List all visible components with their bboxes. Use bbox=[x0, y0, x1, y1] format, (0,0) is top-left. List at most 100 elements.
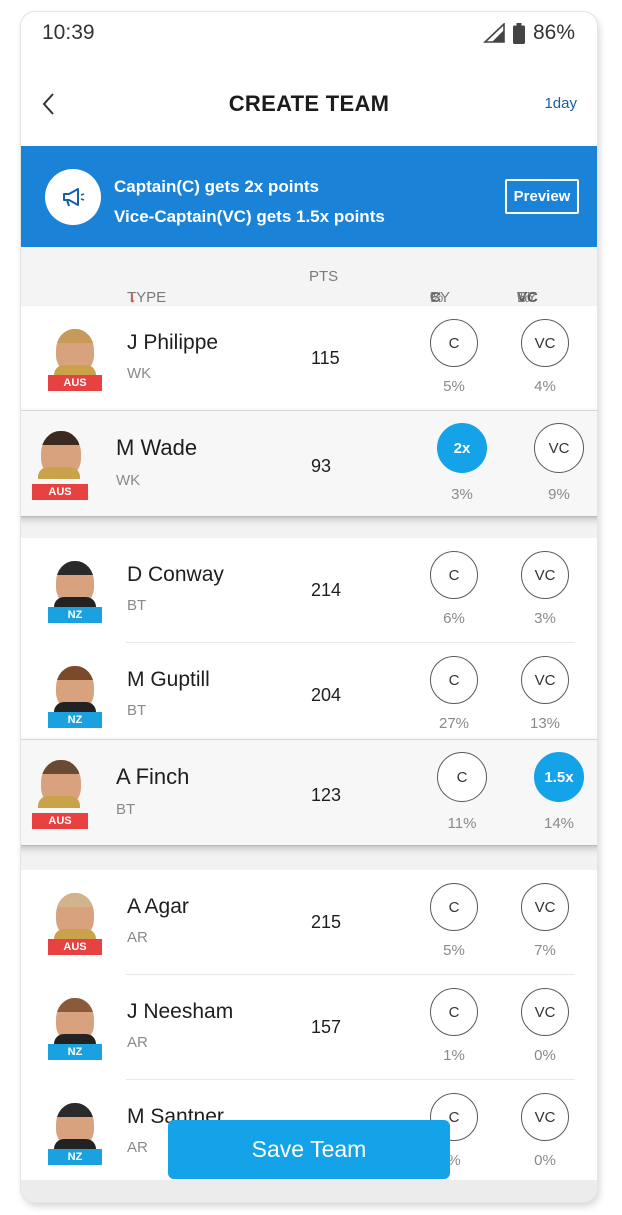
banner-text: Captain(C) gets 2x points Vice-Captain(V… bbox=[114, 172, 385, 232]
player-avatar bbox=[32, 431, 90, 487]
player-role: WK bbox=[116, 472, 141, 489]
banner-line-captain: Captain(C) gets 2x points bbox=[114, 177, 319, 196]
player-points: 215 bbox=[311, 912, 342, 932]
banner-line-vice-captain: Vice-Captain(VC) gets 1.5x points bbox=[114, 207, 385, 226]
captain-pick-percent: 1% bbox=[443, 1047, 465, 1064]
captain-pick-percent: 11% bbox=[447, 815, 477, 832]
player-points: 93 bbox=[311, 456, 332, 476]
list-gap bbox=[21, 848, 597, 870]
megaphone-icon bbox=[63, 188, 85, 207]
player-role: BT bbox=[116, 801, 136, 818]
vice-captain-button[interactable]: VC bbox=[521, 988, 569, 1036]
player-avatar bbox=[48, 1103, 102, 1155]
team-badge: AUS bbox=[48, 939, 102, 955]
vice-captain-button[interactable]: VC bbox=[521, 319, 569, 367]
player-points: 115 bbox=[311, 348, 340, 368]
team-badge: AUS bbox=[32, 484, 88, 500]
c-by-suffix: BY bbox=[430, 289, 451, 306]
signal-icon bbox=[482, 23, 505, 43]
vice-captain-pick-percent: 14% bbox=[543, 815, 575, 832]
vice-captain-button[interactable]: VC bbox=[521, 551, 569, 599]
captain-button[interactable]: C bbox=[430, 551, 478, 599]
player-name: A Agar bbox=[127, 895, 189, 918]
vice-captain-pick-percent: 7% bbox=[534, 942, 556, 959]
time-left: 1day bbox=[544, 95, 577, 112]
vice-captain-button-selected[interactable]: 1.5x bbox=[534, 752, 584, 802]
player-row-selected-captain[interactable]: AUS M Wade WK 93 2x VC 3% 9% bbox=[21, 411, 597, 516]
save-team-button[interactable]: Save Team bbox=[168, 1120, 450, 1179]
captain-button[interactable]: C bbox=[430, 319, 478, 367]
phone-screen: 10:39 86% CREATE TEAM 1day Captain(C) ge… bbox=[21, 12, 597, 1202]
captain-button[interactable]: C bbox=[430, 883, 478, 931]
player-points: 123 bbox=[311, 785, 342, 805]
player-avatar bbox=[48, 998, 102, 1050]
player-points: 157 bbox=[311, 1017, 342, 1037]
captain-button[interactable]: C bbox=[430, 988, 478, 1036]
player-role: AR bbox=[127, 1139, 148, 1156]
player-role: BT bbox=[127, 702, 147, 719]
captain-button[interactable]: C bbox=[437, 752, 487, 802]
team-badge: NZ bbox=[48, 607, 102, 623]
list-header: TYPE ↓ PTS % C BY % VC BY bbox=[21, 247, 597, 306]
player-role: AR bbox=[127, 929, 148, 946]
player-avatar bbox=[32, 760, 90, 816]
bottom-bar bbox=[21, 1180, 597, 1202]
sort-down-icon: ↓ bbox=[129, 289, 137, 306]
status-bar: 10:39 86% bbox=[21, 12, 597, 56]
player-name: M Wade bbox=[116, 435, 198, 460]
team-badge: NZ bbox=[48, 712, 102, 728]
player-name: M Guptill bbox=[127, 668, 210, 691]
vice-captain-pick-percent: 4% bbox=[534, 378, 556, 395]
preview-button[interactable]: Preview bbox=[505, 179, 579, 214]
vice-captain-button[interactable]: VC bbox=[534, 423, 584, 473]
player-points: 204 bbox=[311, 685, 342, 705]
player-avatar bbox=[48, 561, 102, 613]
vice-captain-pick-percent: 3% bbox=[534, 610, 556, 627]
vice-captain-pick-percent: 9% bbox=[548, 486, 570, 503]
captain-button-selected[interactable]: 2x bbox=[437, 423, 487, 473]
megaphone-badge bbox=[45, 169, 101, 225]
team-badge: AUS bbox=[48, 375, 102, 391]
list-gap bbox=[21, 518, 597, 538]
player-row[interactable]: AUS A Agar AR 215 C VC 5% 7% bbox=[21, 870, 597, 975]
player-row[interactable]: AUS J Philippe WK 115 C VC 5% 4% bbox=[21, 306, 597, 411]
vc-by-suffix: BY bbox=[517, 289, 538, 306]
player-avatar bbox=[48, 666, 102, 718]
player-role: BT bbox=[127, 597, 147, 614]
player-role: WK bbox=[127, 365, 152, 382]
captain-pick-percent: 6% bbox=[443, 610, 465, 627]
vice-captain-button[interactable]: VC bbox=[521, 1093, 569, 1141]
battery-level: 86% bbox=[532, 21, 575, 44]
player-row-selected-vice-captain[interactable]: AUS A Finch BT 123 C 1.5x 11% 14% bbox=[21, 740, 597, 845]
team-badge: AUS bbox=[32, 813, 88, 829]
status-right: 86% bbox=[482, 21, 575, 45]
vice-captain-pick-percent: 13% bbox=[529, 715, 561, 732]
player-role: AR bbox=[127, 1034, 148, 1051]
pts-header[interactable]: PTS bbox=[309, 268, 338, 285]
player-row[interactable]: NZ D Conway BT 214 C VC 6% 3% bbox=[21, 538, 597, 643]
battery-icon bbox=[512, 22, 525, 44]
player-avatar bbox=[48, 893, 102, 945]
page-title: CREATE TEAM bbox=[228, 91, 390, 116]
team-badge: NZ bbox=[48, 1149, 102, 1165]
app-header: CREATE TEAM 1day bbox=[21, 70, 597, 140]
player-list: AUS J Philippe WK 115 C VC 5% 4% AUS M W… bbox=[21, 306, 597, 1202]
player-name: J Neesham bbox=[127, 1000, 234, 1023]
player-name: J Philippe bbox=[127, 331, 219, 354]
captain-button[interactable]: C bbox=[430, 656, 478, 704]
player-row[interactable]: NZ J Neesham AR 157 C VC 1% 0% bbox=[21, 975, 597, 1080]
player-name: A Finch bbox=[116, 764, 190, 789]
captain-pick-percent: 3% bbox=[451, 486, 473, 503]
captain-pick-percent: 5% bbox=[443, 942, 465, 959]
captain-pick-percent: 5% bbox=[443, 378, 465, 395]
vice-captain-button[interactable]: VC bbox=[521, 656, 569, 704]
vice-captain-pick-percent: 0% bbox=[534, 1152, 556, 1169]
vice-captain-button[interactable]: VC bbox=[521, 883, 569, 931]
player-avatar bbox=[48, 329, 102, 381]
team-badge: NZ bbox=[48, 1044, 102, 1060]
status-time: 10:39 bbox=[42, 21, 95, 44]
player-name: D Conway bbox=[127, 563, 224, 586]
captain-pick-percent: 27% bbox=[438, 715, 470, 732]
player-row[interactable]: NZ M Guptill BT 204 C VC 27% 13% bbox=[21, 643, 597, 748]
vice-captain-pick-percent: 0% bbox=[534, 1047, 556, 1064]
